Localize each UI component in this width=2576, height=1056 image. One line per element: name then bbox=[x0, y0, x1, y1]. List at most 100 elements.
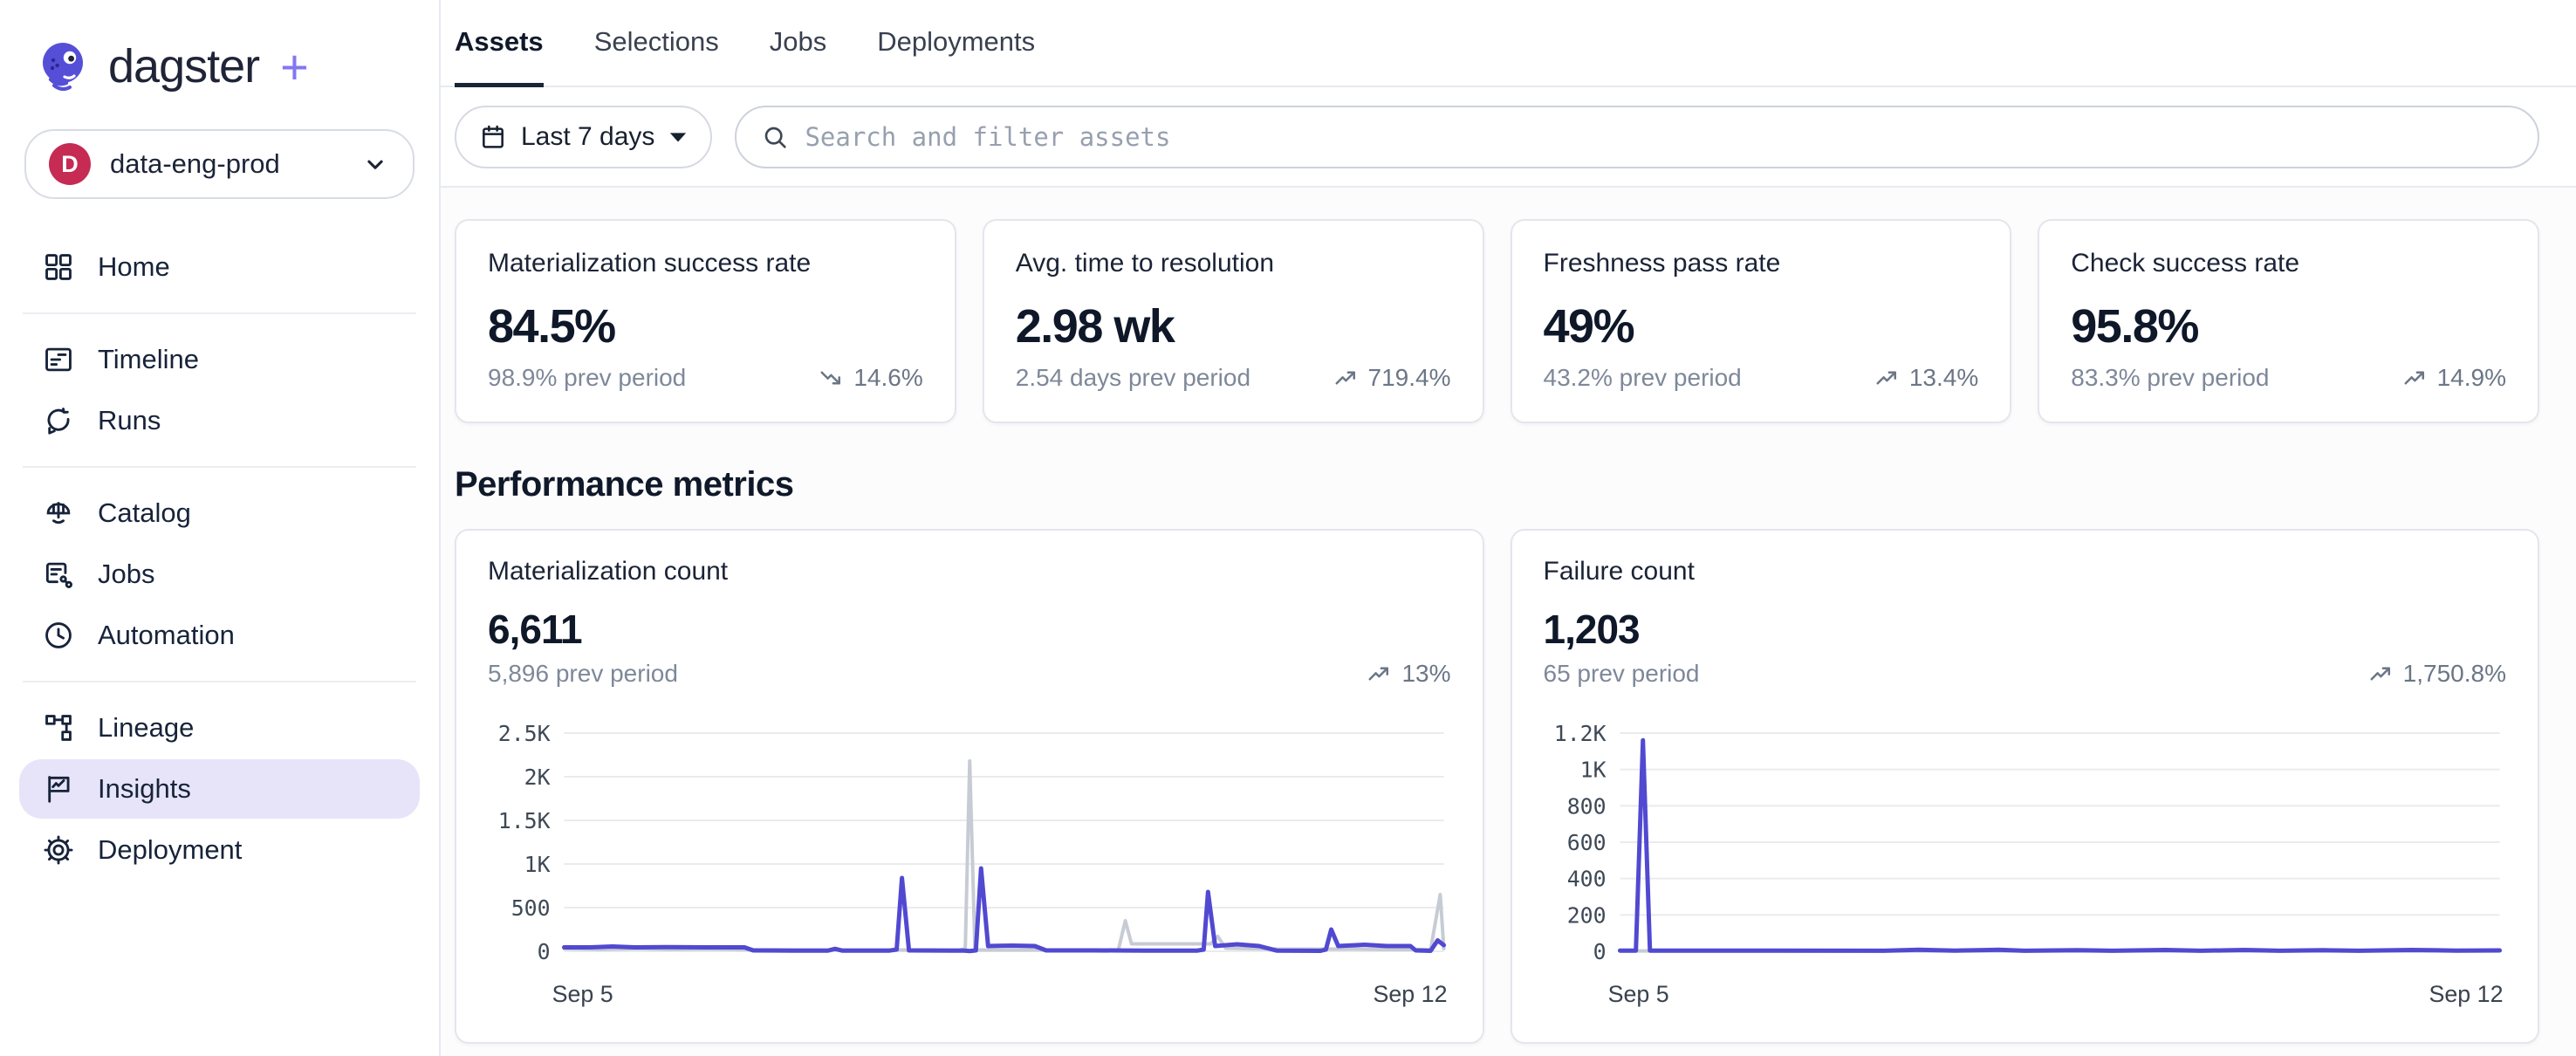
stat-card-materialization-success-rate[interactable]: Materialization success rate 84.5% 98.9%… bbox=[455, 219, 956, 423]
svg-text:1K: 1K bbox=[1579, 758, 1606, 783]
svg-text:Sep 12: Sep 12 bbox=[1373, 981, 1447, 1007]
sidebar-item-label: Home bbox=[98, 251, 170, 283]
svg-text:200: 200 bbox=[1566, 902, 1606, 928]
sidebar-item-home[interactable]: Home bbox=[19, 237, 420, 297]
chart-title: Materialization count bbox=[488, 557, 1451, 586]
catalog-icon bbox=[42, 497, 75, 530]
chart-prev-period: 65 prev period bbox=[1544, 660, 1700, 688]
svg-text:1.5K: 1.5K bbox=[498, 808, 551, 833]
stat-value: 95.8% bbox=[2071, 299, 2506, 353]
svg-text:400: 400 bbox=[1566, 867, 1606, 892]
sidebar-item-runs[interactable]: Runs bbox=[19, 391, 420, 450]
trend-up-icon bbox=[1367, 661, 1393, 687]
sidebar-item-timeline[interactable]: Timeline bbox=[19, 330, 420, 389]
stat-title: Check success rate bbox=[2071, 249, 2506, 278]
date-range-button[interactable]: Last 7 days bbox=[455, 106, 712, 168]
sidebar-divider bbox=[23, 681, 416, 682]
stat-trend-value: 14.9% bbox=[2437, 364, 2506, 392]
trend-down-icon bbox=[819, 365, 845, 391]
stat-title: Materialization success rate bbox=[488, 249, 923, 278]
stat-value: 2.98 wk bbox=[1016, 299, 1451, 353]
stat-trend-value: 719.4% bbox=[1368, 364, 1451, 392]
chart-trend-value: 13% bbox=[1401, 660, 1450, 688]
chart-value: 6,611 bbox=[488, 606, 1451, 653]
sidebar-item-automation[interactable]: Automation bbox=[19, 606, 420, 665]
stat-card-check-success-rate[interactable]: Check success rate 95.8% 83.3% prev peri… bbox=[2038, 219, 2539, 423]
svg-text:Sep 5: Sep 5 bbox=[552, 981, 613, 1007]
content-column: Assets Selections Jobs Deployments Last … bbox=[441, 0, 2576, 1056]
sidebar-item-label: Automation bbox=[98, 620, 235, 651]
stat-prev-period: 43.2% prev period bbox=[1544, 364, 1742, 392]
trend-up-icon bbox=[1333, 365, 1360, 391]
tab-jobs[interactable]: Jobs bbox=[770, 0, 826, 87]
deployment-avatar: D bbox=[49, 143, 91, 185]
svg-text:0: 0 bbox=[1593, 939, 1606, 964]
svg-text:600: 600 bbox=[1566, 830, 1606, 855]
stat-card-row: Materialization success rate 84.5% 98.9%… bbox=[455, 219, 2539, 423]
sidebar-item-label: Lineage bbox=[98, 712, 194, 744]
trend-up-icon bbox=[2402, 365, 2429, 391]
sidebar-divider bbox=[23, 312, 416, 314]
stat-card-freshness-pass-rate[interactable]: Freshness pass rate 49% 43.2% prev perio… bbox=[1511, 219, 2012, 423]
chart-card-failure-count: Failure count 1,203 65 prev period 1,750… bbox=[1511, 529, 2540, 1044]
svg-text:800: 800 bbox=[1566, 793, 1606, 819]
brand-logo: dagster + bbox=[0, 26, 439, 99]
calendar-icon bbox=[479, 123, 507, 151]
chart-value: 1,203 bbox=[1544, 606, 2507, 653]
trend-up-icon bbox=[2368, 661, 2394, 687]
tab-assets[interactable]: Assets bbox=[455, 0, 544, 87]
svg-text:1K: 1K bbox=[524, 852, 551, 877]
stat-card-avg-time-to-resolution[interactable]: Avg. time to resolution 2.98 wk 2.54 day… bbox=[983, 219, 1484, 423]
sidebar-item-label: Jobs bbox=[98, 559, 154, 590]
deployment-gear-icon bbox=[42, 833, 75, 867]
stat-trend: 13.4% bbox=[1874, 364, 1978, 392]
trend-up-icon bbox=[1874, 365, 1901, 391]
tab-deployments[interactable]: Deployments bbox=[877, 0, 1035, 87]
stat-prev-period: 83.3% prev period bbox=[2071, 364, 2269, 392]
chart-card-materialization-count: Materialization count 6,611 5,896 prev p… bbox=[455, 529, 1484, 1044]
stat-prev-period: 2.54 days prev period bbox=[1016, 364, 1250, 392]
tab-selections[interactable]: Selections bbox=[594, 0, 719, 87]
search-input[interactable] bbox=[805, 122, 2513, 152]
sidebar-item-deployment[interactable]: Deployment bbox=[19, 820, 420, 880]
stat-title: Avg. time to resolution bbox=[1016, 249, 1451, 278]
jobs-icon bbox=[42, 558, 75, 591]
stat-value: 84.5% bbox=[488, 299, 923, 353]
stat-prev-period: 98.9% prev period bbox=[488, 364, 686, 392]
sidebar-item-jobs[interactable]: Jobs bbox=[19, 545, 420, 604]
caret-down-icon bbox=[668, 127, 688, 147]
lineage-graph-icon bbox=[42, 711, 75, 744]
sidebar-item-label: Deployment bbox=[98, 834, 242, 866]
sidebar-divider bbox=[23, 466, 416, 468]
svg-text:0: 0 bbox=[538, 939, 551, 964]
chevron-down-icon bbox=[360, 149, 390, 179]
chart-trend: 1,750.8% bbox=[2368, 660, 2506, 688]
sidebar: dagster + D data-eng-prod Home bbox=[0, 0, 441, 1056]
deployment-switcher[interactable]: D data-eng-prod bbox=[24, 129, 414, 199]
automation-clock-icon bbox=[42, 619, 75, 652]
filter-bar: Last 7 days bbox=[441, 87, 2576, 188]
sidebar-item-lineage[interactable]: Lineage bbox=[19, 698, 420, 758]
search-icon bbox=[761, 123, 789, 151]
timeline-icon bbox=[42, 343, 75, 376]
top-tabbar: Assets Selections Jobs Deployments bbox=[441, 0, 2576, 87]
runs-icon bbox=[42, 404, 75, 437]
main-content: Materialization success rate 84.5% 98.9%… bbox=[441, 188, 2576, 1056]
chart-trend: 13% bbox=[1367, 660, 1450, 688]
sidebar-item-insights[interactable]: Insights bbox=[19, 759, 420, 819]
svg-text:2.5K: 2.5K bbox=[498, 721, 551, 746]
svg-text:2K: 2K bbox=[524, 765, 551, 790]
sidebar-item-label: Timeline bbox=[98, 344, 199, 375]
insights-flag-icon bbox=[42, 772, 75, 806]
sidebar-nav: Home Timeline Runs bbox=[0, 237, 439, 880]
sidebar-item-label: Insights bbox=[98, 773, 191, 805]
failure-count-chart: 1.2K1K8006004002000Sep 5Sep 12 bbox=[1544, 714, 2507, 1011]
brand-wordmark: dagster bbox=[108, 39, 259, 93]
chart-prev-period: 5,896 prev period bbox=[488, 660, 678, 688]
deployment-name: data-eng-prod bbox=[110, 148, 280, 180]
sidebar-item-catalog[interactable]: Catalog bbox=[19, 483, 420, 543]
stat-trend: 719.4% bbox=[1333, 364, 1451, 392]
svg-text:Sep 12: Sep 12 bbox=[2429, 981, 2503, 1007]
app-root: dagster + D data-eng-prod Home bbox=[0, 0, 2576, 1056]
date-range-label: Last 7 days bbox=[521, 122, 654, 152]
